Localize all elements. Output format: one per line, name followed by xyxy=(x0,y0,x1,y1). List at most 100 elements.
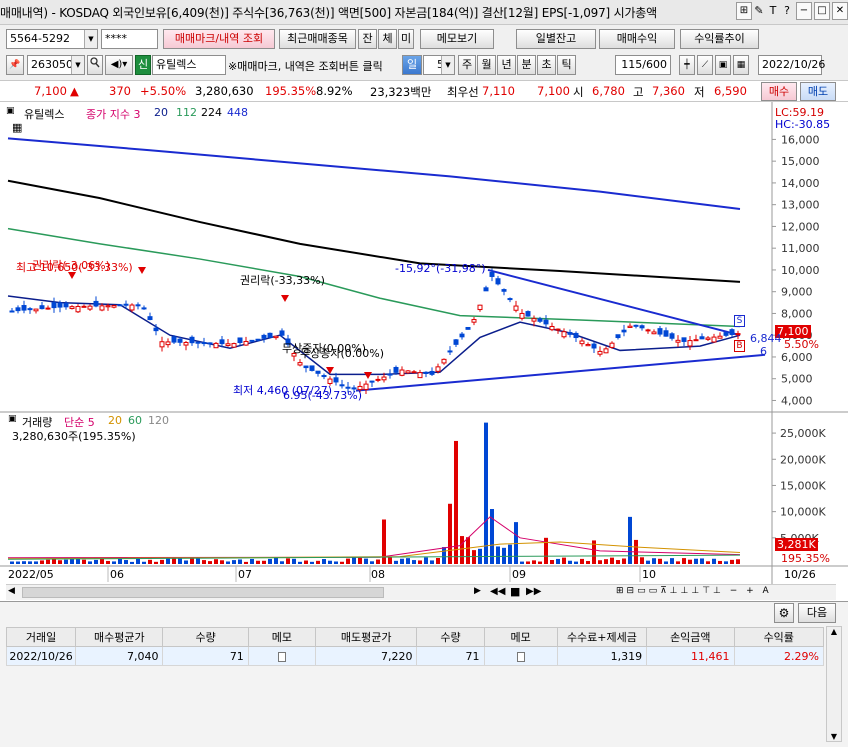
chevron-down-icon[interactable]: ▼ xyxy=(71,56,84,74)
date-field[interactable]: 2022/10/26 xyxy=(758,55,825,75)
minimize-button[interactable]: − xyxy=(796,2,812,20)
recent-trades-button[interactable]: 최근매매종목 xyxy=(279,29,356,49)
period-minute[interactable]: 분 xyxy=(517,55,536,75)
balance-button[interactable]: 잔 xyxy=(358,29,377,49)
candle-body xyxy=(15,307,21,312)
pin-icon[interactable]: 📌 xyxy=(6,55,24,75)
candle-body xyxy=(369,380,375,383)
table-icon[interactable]: ▦ xyxy=(12,121,22,134)
trade-mark-query-button[interactable]: 매매마크/내역 조회 xyxy=(163,29,275,49)
volume-bar xyxy=(124,560,128,564)
account-select[interactable]: 5564-5292 ▼ xyxy=(6,29,98,49)
candle-body xyxy=(63,302,69,308)
candle-body xyxy=(129,304,135,311)
volume-bar xyxy=(664,561,668,564)
candle-body xyxy=(237,337,243,344)
candle-body xyxy=(159,341,165,348)
scroll-right-icon[interactable]: ▶ xyxy=(474,586,481,596)
scroll-up-icon[interactable]: ▲ xyxy=(827,627,841,636)
date-label-jun: 06 xyxy=(110,568,124,581)
save-icon[interactable]: ▣ xyxy=(715,55,731,75)
edit-icon[interactable]: ✎ xyxy=(752,2,766,22)
chart-area[interactable]: 4,0005,0006,0007,0008,0009,00010,00011,0… xyxy=(0,102,848,602)
memo-view-button[interactable]: 메모보기 xyxy=(420,29,494,49)
volume-bar xyxy=(232,560,236,564)
volume-bar xyxy=(322,559,326,564)
volume-bar xyxy=(730,559,734,564)
trade-history-panel: ⚙ 다음 거래일 매수평균가 수량 메모 매도평균가 수량 메모 수수료+제세금… xyxy=(0,602,848,747)
vertical-scrollbar[interactable]: ▲ ▼ xyxy=(826,626,842,742)
scroll-down-icon[interactable]: ▼ xyxy=(827,732,841,741)
password-field[interactable]: **** xyxy=(101,29,158,49)
next-button[interactable]: 다음 xyxy=(798,603,836,623)
buy-mark-icon: B xyxy=(734,340,745,352)
stock-code-field[interactable]: 263050 ▼ xyxy=(27,55,85,75)
candle-body xyxy=(447,350,453,353)
help-icon[interactable]: ? xyxy=(780,2,794,22)
candle-icon[interactable]: ┿ xyxy=(679,55,695,75)
period-count-select[interactable]: 5 ▼ xyxy=(423,55,455,75)
filled-button[interactable]: 체 xyxy=(378,29,397,49)
close-button[interactable]: ✕ xyxy=(832,2,848,20)
volume-bar xyxy=(106,560,110,564)
first-icon[interactable]: ◀◀ xyxy=(490,586,505,597)
line-chart-icon[interactable]: ⟋ xyxy=(697,55,713,75)
gear-icon[interactable]: ⚙ xyxy=(774,603,794,623)
volume-bar xyxy=(328,560,332,564)
volume-bar xyxy=(136,558,140,564)
chart-tools-icon[interactable]: ⊞⊟▭▭⊼⊥⊥⊥⊤⊥ − + A xyxy=(616,586,772,596)
volume-bar xyxy=(430,560,434,564)
last-icon[interactable]: ▶▶ xyxy=(526,586,541,597)
candle-body xyxy=(435,366,441,372)
chart-canvas[interactable]: 4,0005,0006,0007,0008,0009,00010,00011,0… xyxy=(0,102,848,601)
volume-bar xyxy=(364,558,368,564)
period-day[interactable]: 일 xyxy=(402,55,422,75)
calendar-icon[interactable]: ▦ xyxy=(733,55,749,75)
volume-bar xyxy=(604,559,608,564)
col-buy-avg: 매수평균가 xyxy=(75,627,164,647)
memo-cell[interactable] xyxy=(247,646,316,666)
volume-bar xyxy=(442,547,446,564)
volume-bar xyxy=(652,558,656,564)
return-trend-button[interactable]: 수익률추이 xyxy=(680,29,759,49)
volume-bar xyxy=(736,559,740,564)
grid-icon[interactable]: ⊞ xyxy=(736,2,752,20)
chevron-down-icon[interactable]: ▼ xyxy=(84,30,97,48)
daily-balance-button[interactable]: 일별잔고 xyxy=(516,29,596,49)
sell-button[interactable]: 매도 xyxy=(800,82,836,101)
memo-cell-2[interactable] xyxy=(483,646,558,666)
y-tick-label: 8,000 xyxy=(781,307,813,320)
data-count-field[interactable]: 115/600 xyxy=(615,55,671,75)
period-second[interactable]: 초 xyxy=(537,55,556,75)
period-year[interactable]: 년 xyxy=(497,55,516,75)
unfilled-button[interactable]: 미 xyxy=(398,29,414,49)
scroll-thumb[interactable] xyxy=(22,587,384,598)
table-row[interactable]: 2022/10/26 7,040 71 7,220 71 1,319 11,46… xyxy=(5,646,824,666)
text-icon[interactable]: T xyxy=(766,2,780,22)
maximize-button[interactable]: □ xyxy=(814,2,830,20)
stock-name-field[interactable]: 유틸렉스 xyxy=(152,55,226,75)
period-week[interactable]: 주 xyxy=(458,55,476,75)
candle-body xyxy=(681,337,687,342)
chart-scroll-bar[interactable]: ◀ ▶ ◀◀ ■ ▶▶ ⊞⊟▭▭⊼⊥⊥⊥⊤⊥ − + A xyxy=(6,584,836,600)
search-icon[interactable] xyxy=(87,55,103,75)
trade-profit-button[interactable]: 매매수익 xyxy=(599,29,675,49)
candle-body xyxy=(123,303,129,306)
period-tick[interactable]: 틱 xyxy=(557,55,576,75)
panel-icon[interactable]: ▣ xyxy=(6,106,15,116)
cell-return: 2.29% xyxy=(733,646,824,666)
stop-icon[interactable]: ■ xyxy=(510,585,520,598)
candle-body xyxy=(225,343,231,347)
speaker-icon[interactable]: ◀)▾ xyxy=(105,55,133,75)
candle-body xyxy=(501,289,507,292)
chevron-down-icon[interactable]: ▼ xyxy=(441,56,454,74)
memo-icon[interactable] xyxy=(277,651,286,662)
period-month[interactable]: 월 xyxy=(477,55,496,75)
buy-button[interactable]: 매수 xyxy=(761,82,797,101)
panel-icon[interactable]: ▣ xyxy=(8,414,17,424)
memo-icon[interactable] xyxy=(516,651,525,662)
down-arrow-icon xyxy=(364,372,372,379)
volume-bar xyxy=(340,561,344,564)
scroll-left-icon[interactable]: ◀ xyxy=(8,586,15,596)
ma-112-label: 112 xyxy=(176,106,197,119)
